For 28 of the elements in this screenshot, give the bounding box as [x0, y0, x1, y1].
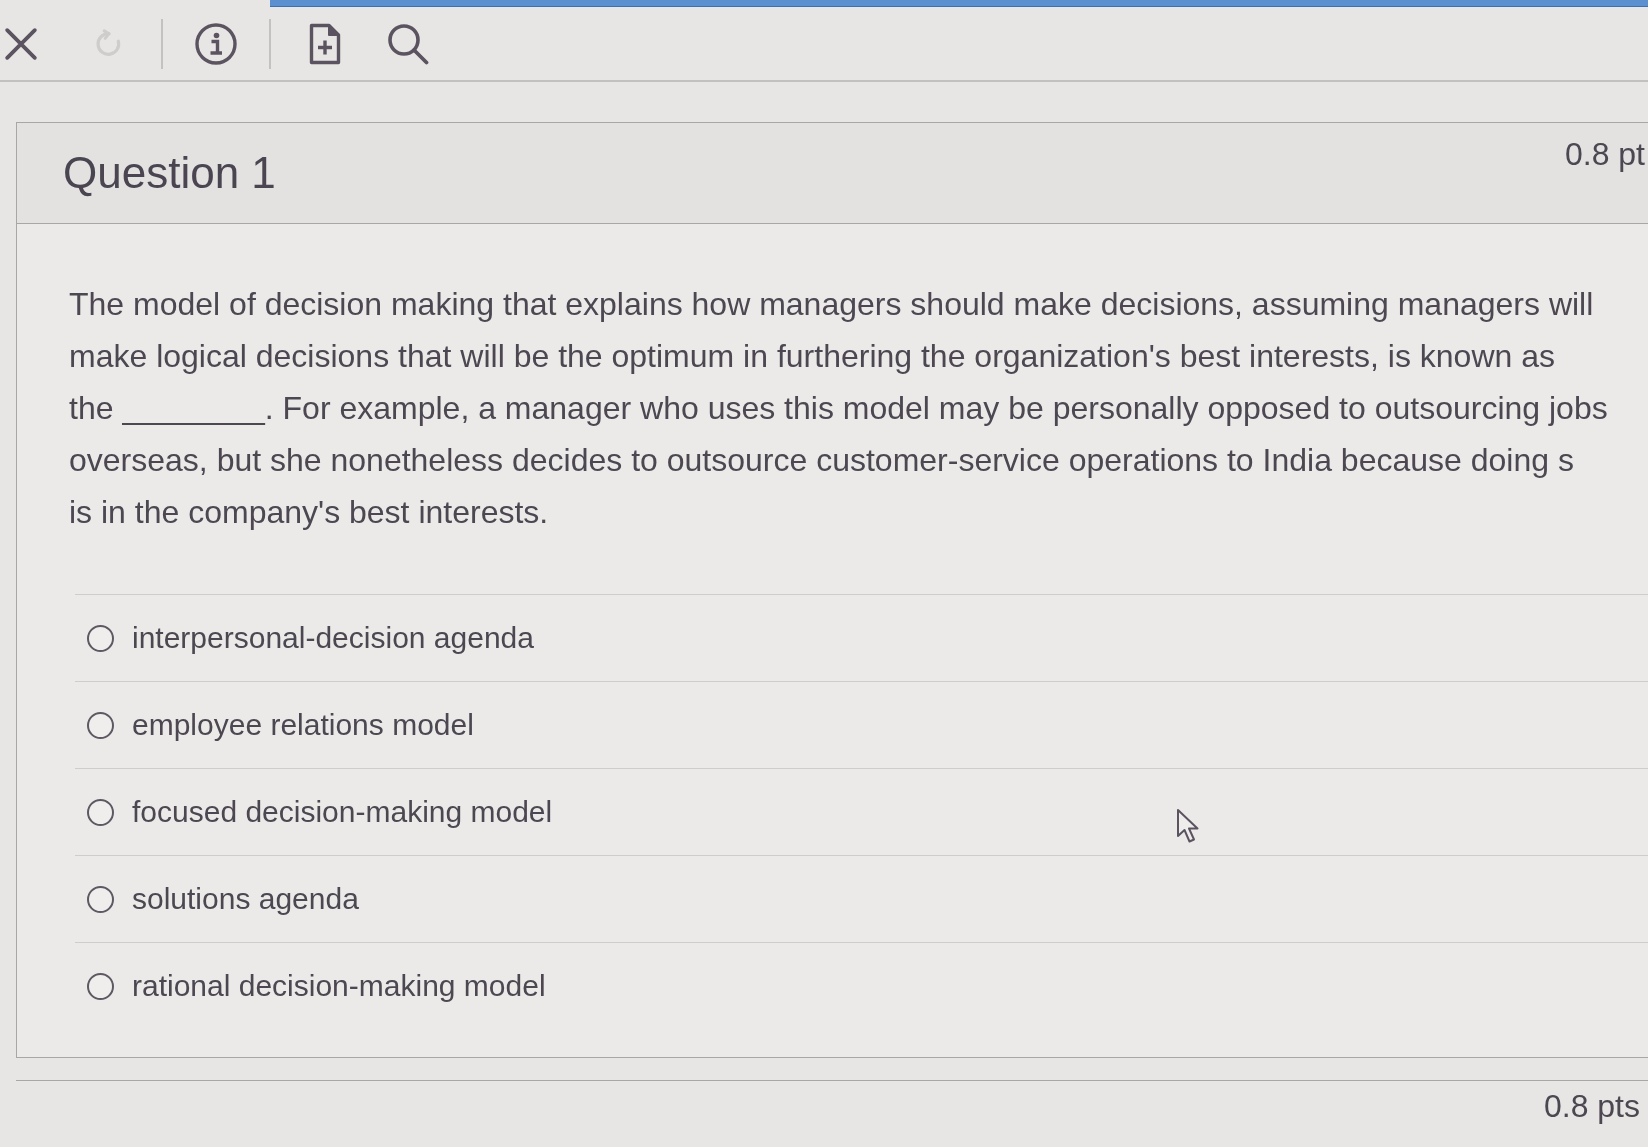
option-label[interactable]: focused decision-making model [132, 793, 553, 831]
option-label[interactable]: interpersonal-decision agenda [132, 619, 534, 657]
question-points: 0.8 pts [1543, 1087, 1640, 1125]
radio-button[interactable] [87, 972, 114, 1000]
refresh-icon [93, 28, 123, 59]
question-text-line: The model of decision making that explains how managers should make decisions, assuming managers will [69, 285, 1595, 324]
pointer-cursor-icon [1176, 808, 1200, 844]
search-button[interactable] [387, 22, 429, 65]
question-text-line: is in the company's best interests. [69, 493, 550, 532]
question-text-line: overseas, but she nonetheless decides to outsource customer-service operations to India because doing s [69, 441, 1575, 480]
radio-button[interactable] [87, 624, 114, 652]
question-text-line: the ________. For example, a manager who uses this model may be personally opposed to outsourcing jobs [69, 389, 1609, 428]
document-plus-icon [309, 22, 341, 65]
close-icon [4, 26, 38, 61]
radio-button[interactable] [87, 798, 114, 826]
info-icon [195, 22, 237, 65]
question-points: 0.8 pt [1564, 135, 1645, 173]
search-icon [387, 22, 429, 65]
new-document-button[interactable] [309, 22, 341, 65]
option-label[interactable]: rational decision-making model [132, 967, 546, 1005]
radio-button[interactable] [87, 885, 114, 913]
option-label[interactable]: employee relations model [132, 706, 474, 744]
close-button[interactable] [4, 26, 38, 61]
info-button[interactable] [195, 22, 237, 65]
option-label[interactable]: solutions agenda [132, 880, 359, 918]
question-title: Question 1 [63, 148, 276, 198]
radio-button[interactable] [87, 711, 114, 739]
question-text-line: make logical decisions that will be the optimum in furthering the organization's best interests, is known as [69, 337, 1556, 376]
